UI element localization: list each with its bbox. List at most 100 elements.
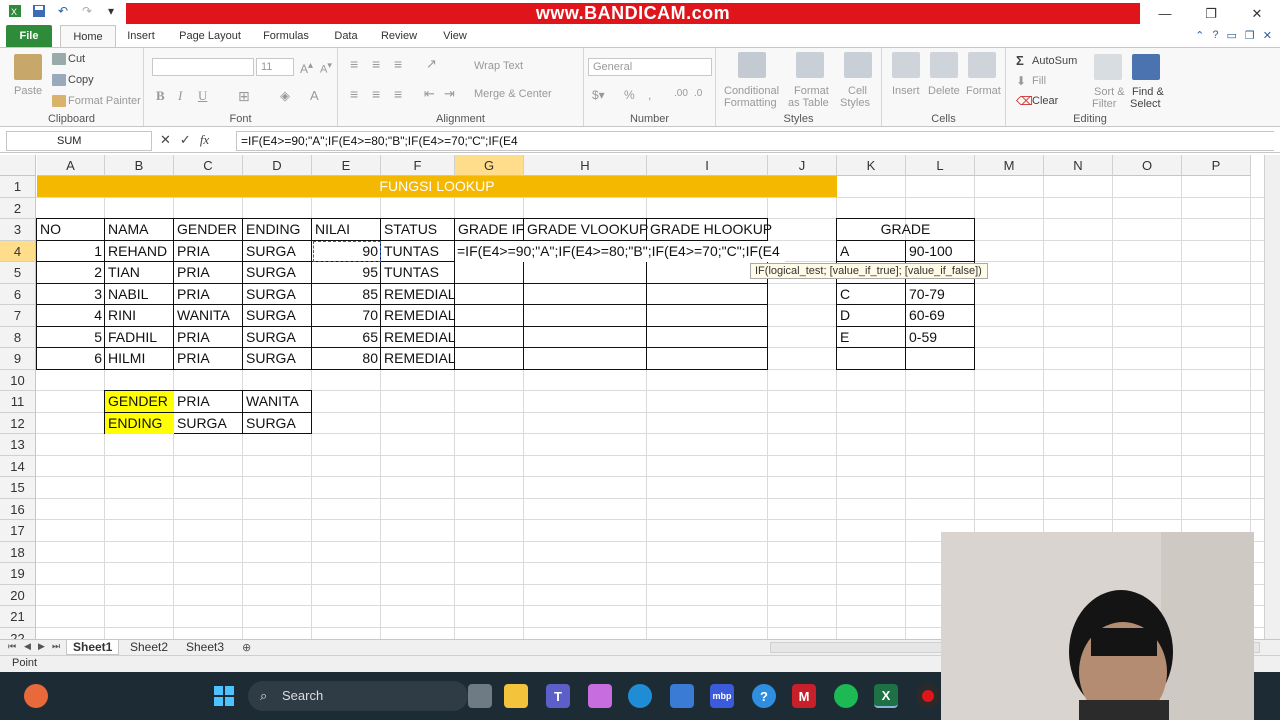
table-cell-nama[interactable]: REHAND <box>105 241 174 262</box>
align-left-icon[interactable]: ≡ <box>350 86 358 102</box>
close-button[interactable]: ✕ <box>1234 0 1280 27</box>
row-header-4[interactable]: 4 <box>0 240 36 262</box>
file-explorer-icon[interactable] <box>504 684 528 708</box>
first-sheet-icon[interactable]: ⏮ <box>8 641 16 652</box>
table-cell-no[interactable]: 4 <box>37 305 105 326</box>
column-header-f[interactable]: F <box>381 155 455 176</box>
row-header-7[interactable]: 7 <box>0 305 36 327</box>
grade-header[interactable]: GRADE <box>837 219 974 240</box>
teams-icon[interactable]: T <box>546 684 570 708</box>
row-header-1[interactable]: 1 <box>0 176 36 198</box>
format-painter-button[interactable]: Format Painter <box>68 95 141 107</box>
row-header-18[interactable]: 18 <box>0 541 36 563</box>
table-cell-nilai[interactable]: 65 <box>312 327 381 348</box>
row-header-9[interactable]: 9 <box>0 348 36 370</box>
insert-function-icon[interactable]: fx <box>200 132 209 148</box>
column-header-i[interactable]: I <box>647 155 768 176</box>
copy-button[interactable]: Copy <box>68 74 94 86</box>
borders-icon[interactable]: ⊞ <box>238 88 250 105</box>
table-header-nama[interactable]: NAMA <box>105 219 174 240</box>
comma-icon[interactable]: , <box>648 88 651 102</box>
tab-data[interactable]: Data <box>332 25 360 47</box>
row-header-20[interactable]: 20 <box>0 584 36 606</box>
start-icon[interactable] <box>212 684 236 708</box>
row-header-16[interactable]: 16 <box>0 498 36 520</box>
sort-filter-button[interactable]: Sort & <box>1094 86 1125 98</box>
editing-cell-formula[interactable]: =IF(E4>=90;"A";IF(E4>=80;"B";IF(E4>=70;"… <box>455 241 785 262</box>
table-cell-status[interactable]: REMEDIAL <box>381 305 456 326</box>
table-cell-nama[interactable]: FADHIL <box>105 327 174 348</box>
bandicam-icon[interactable] <box>916 684 940 708</box>
save-icon[interactable] <box>32 4 46 18</box>
bold-button[interactable]: B <box>156 88 165 104</box>
next-sheet-icon[interactable]: ▶ <box>38 641 45 652</box>
column-header-o[interactable]: O <box>1113 155 1182 176</box>
column-header-n[interactable]: N <box>1044 155 1113 176</box>
increase-decimal-icon[interactable]: .00 <box>674 88 688 99</box>
autosum-button[interactable]: AutoSum <box>1032 55 1077 67</box>
format-as-table-button[interactable]: Format <box>794 85 829 97</box>
table-cell-no[interactable]: 3 <box>37 284 105 305</box>
grade-range[interactable]: 70-79 <box>906 284 975 305</box>
copilot-icon[interactable] <box>588 684 612 708</box>
row-header-12[interactable]: 12 <box>0 412 36 434</box>
grade-range[interactable]: 60-69 <box>906 305 975 326</box>
increase-indent-icon[interactable]: ⇥ <box>444 86 455 102</box>
tab-review[interactable]: Review <box>380 25 418 47</box>
table-cell-gender[interactable]: PRIA <box>174 284 243 305</box>
cell-styles-button[interactable]: Cell <box>848 85 867 97</box>
table-header-grade-vlookup[interactable]: GRADE VLOOKUP <box>524 219 648 240</box>
task-view-icon[interactable] <box>468 684 492 708</box>
delete-cells-button[interactable]: Delete <box>928 85 960 97</box>
column-header-h[interactable]: H <box>524 155 647 176</box>
row-header-19[interactable]: 19 <box>0 563 36 585</box>
table-cell-gender[interactable]: PRIA <box>174 327 243 348</box>
table-cell-nama[interactable]: NABIL <box>105 284 174 305</box>
lookup-value[interactable]: PRIA <box>174 391 243 412</box>
row-header-15[interactable]: 15 <box>0 477 36 499</box>
table-cell-gender[interactable]: PRIA <box>174 348 243 369</box>
table-header-grade-hlookup[interactable]: GRADE HLOOKUP <box>647 219 772 240</box>
lookup-value[interactable]: SURGA <box>243 413 312 434</box>
grade-letter[interactable]: E <box>837 327 906 348</box>
help-app-icon[interactable]: ? <box>752 684 776 708</box>
table-cell-ending[interactable]: SURGA <box>243 241 312 262</box>
table-cell-no[interactable]: 2 <box>37 262 105 283</box>
grow-font-icon[interactable]: A▴ <box>300 60 313 76</box>
fill-button[interactable]: Fill <box>1032 75 1046 87</box>
column-header-b[interactable]: B <box>105 155 174 176</box>
column-header-a[interactable]: A <box>37 155 105 176</box>
sheet-tab-sheet2[interactable]: Sheet2 <box>124 640 174 655</box>
new-sheet-icon[interactable]: ⊕ <box>242 641 251 654</box>
sheet-tab-sheet3[interactable]: Sheet3 <box>180 640 230 655</box>
column-header-m[interactable]: M <box>975 155 1044 176</box>
table-cell-ending[interactable]: SURGA <box>243 348 312 369</box>
table-cell-no[interactable]: 5 <box>37 327 105 348</box>
column-header-p[interactable]: P <box>1182 155 1251 176</box>
name-box[interactable]: SUM <box>6 131 152 151</box>
table-cell-nama[interactable]: HILMI <box>105 348 174 369</box>
enter-icon[interactable]: ✓ <box>180 132 191 148</box>
conditional-formatting-button[interactable]: Conditional <box>724 85 779 97</box>
table-header-gender[interactable]: GENDER <box>174 219 243 240</box>
redo-icon[interactable]: ↷ <box>80 4 94 18</box>
decrease-decimal-icon[interactable]: .0 <box>694 88 702 99</box>
table-cell-no[interactable]: 1 <box>37 241 105 262</box>
row-header-21[interactable]: 21 <box>0 606 36 628</box>
font-size-select[interactable]: 11 <box>256 58 294 76</box>
store-icon[interactable] <box>670 684 694 708</box>
last-sheet-icon[interactable]: ⏭ <box>52 641 60 652</box>
row-header-11[interactable]: 11 <box>0 391 36 413</box>
decrease-indent-icon[interactable]: ⇤ <box>424 86 435 102</box>
currency-icon[interactable]: $▾ <box>592 88 605 102</box>
merge-center-button[interactable]: Merge & Center <box>474 88 552 100</box>
paste-button[interactable]: Paste <box>14 85 42 97</box>
align-right-icon[interactable]: ≡ <box>394 86 402 102</box>
align-bottom-icon[interactable]: ≡ <box>394 56 402 72</box>
lookup-value[interactable]: SURGA <box>174 413 243 434</box>
row-header-17[interactable]: 17 <box>0 520 36 542</box>
table-cell-ending[interactable]: SURGA <box>243 305 312 326</box>
table-cell-nama[interactable]: TIAN <box>105 262 174 283</box>
formula-input[interactable]: =IF(E4>=90;"A";IF(E4>=80;"B";IF(E4>=70;"… <box>236 131 1274 151</box>
spotify-icon[interactable] <box>834 684 858 708</box>
